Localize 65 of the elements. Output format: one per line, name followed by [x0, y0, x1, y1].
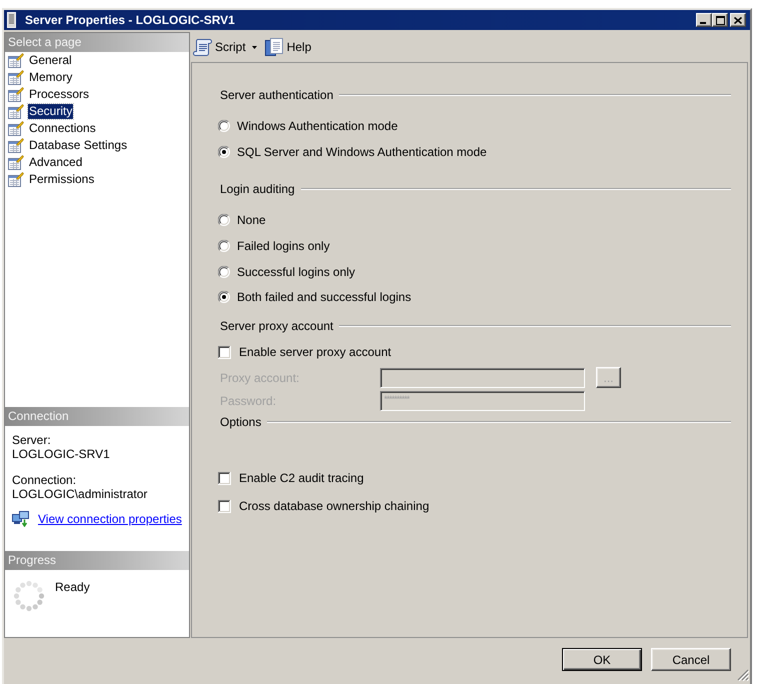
detail-label: Connection: [12, 473, 78, 487]
page-list-item[interactable]: Security [28, 104, 74, 119]
page-list-item[interactable]: Database Settings [28, 138, 128, 153]
maximize-icon [716, 16, 724, 24]
resize-grip[interactable] [737, 669, 749, 681]
close-button[interactable] [730, 13, 746, 27]
status-text: Ready [55, 580, 90, 594]
dialog-button[interactable]: OK [562, 648, 642, 671]
minimize-icon [700, 22, 706, 24]
radio-label[interactable]: Both failed and successful logins [237, 290, 412, 304]
radio-button[interactable] [218, 266, 230, 278]
page-icon [8, 52, 24, 68]
checkbox-label[interactable]: Enable server proxy account [239, 345, 392, 359]
page-icon [8, 138, 24, 154]
close-icon [734, 16, 742, 24]
group-label: Login auditing [220, 182, 295, 196]
spinner-icon [13, 580, 45, 612]
dialog-button[interactable]: Cancel [651, 648, 731, 671]
page-list-item[interactable]: General [28, 53, 73, 68]
radio-label[interactable]: Successful logins only [237, 265, 356, 279]
radio-label[interactable]: SQL Server and Windows Authentication mode [237, 145, 487, 159]
checkbox[interactable] [218, 472, 231, 484]
page-icon [8, 172, 24, 188]
group-label: Server authentication [220, 88, 334, 102]
server-icon [7, 12, 16, 28]
connection-icon [12, 511, 29, 527]
page-list-item[interactable]: Connections [28, 121, 97, 136]
detail-value: LOGLOGIC-SRV1 [12, 447, 111, 461]
help-icon [264, 38, 283, 56]
maximize-button[interactable] [712, 13, 728, 27]
page-list-item[interactable]: Processors [28, 87, 90, 102]
page-icon [8, 86, 24, 102]
connection-properties-link[interactable]: View connection properties [38, 512, 182, 526]
window-title: Server Properties - LOGLOGIC-SRV1 [25, 13, 236, 27]
script-button[interactable]: Script [193, 37, 257, 57]
group-label: Server proxy account [220, 319, 334, 333]
help-button[interactable]: Help [264, 37, 312, 57]
detail-value: LOGLOGIC\administrator [12, 487, 148, 501]
page-icon [8, 70, 24, 86]
page-icon [8, 104, 24, 120]
minimize-button[interactable] [696, 13, 712, 27]
section-header: Progress [5, 551, 189, 570]
radio-label[interactable]: None [237, 213, 266, 227]
page-list-item[interactable]: Permissions [28, 172, 96, 187]
radio-button[interactable] [218, 240, 230, 252]
detail-label: Server: [12, 433, 52, 447]
checkbox[interactable] [218, 346, 231, 358]
group-label: Options [220, 415, 262, 429]
page-icon [8, 120, 24, 136]
section-header: Select a page [5, 33, 189, 52]
radio-button[interactable] [218, 146, 230, 158]
scroll-icon [193, 38, 212, 56]
page-icon [8, 154, 24, 170]
radio-label[interactable]: Windows Authentication mode [237, 119, 398, 133]
checkbox-label[interactable]: Cross database ownership chaining [239, 499, 430, 513]
radio-button[interactable] [218, 120, 230, 132]
radio-button[interactable] [218, 214, 230, 226]
checkbox[interactable] [218, 500, 231, 512]
section-header: Connection [5, 407, 189, 426]
radio-label[interactable]: Failed logins only [237, 239, 330, 253]
radio-button[interactable] [218, 291, 230, 303]
caret-icon [252, 46, 257, 48]
page-list-item[interactable]: Memory [28, 70, 74, 85]
page-list-item[interactable]: Advanced [28, 155, 84, 170]
checkbox-label[interactable]: Enable C2 audit tracing [239, 471, 364, 485]
